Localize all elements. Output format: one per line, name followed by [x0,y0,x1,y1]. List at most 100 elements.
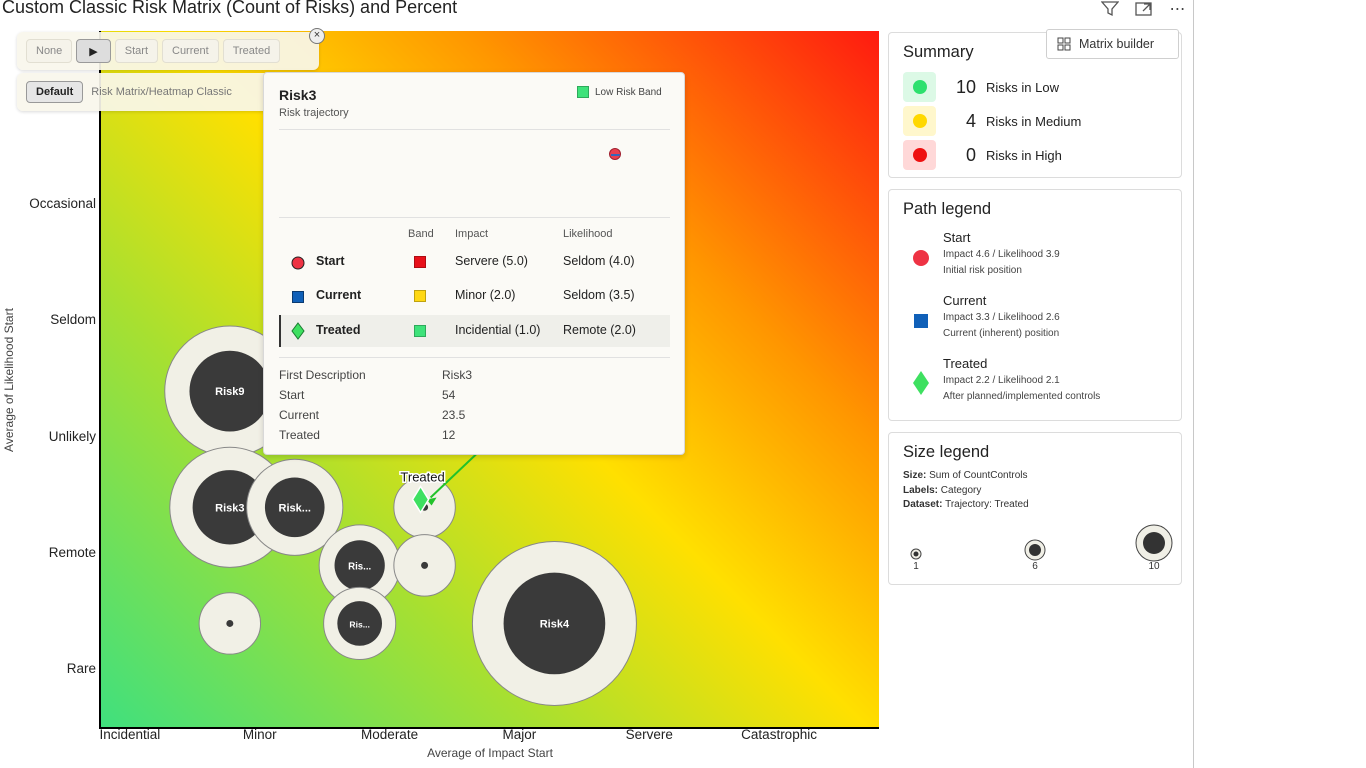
band-legend-label: Low Risk Band [595,86,662,98]
size-bubble-medium [1024,539,1046,561]
legend-name: Current [943,293,987,308]
dataset-key: Dataset: [903,499,943,510]
detail-value: 54 [442,388,456,402]
row-name: Treated [316,323,361,337]
row-name: Current [316,288,362,302]
legend-detail: Impact 3.3 / Likelihood 2.6 [943,312,1060,323]
more-options-icon[interactable]: ⋯ [1168,0,1188,18]
divider [279,217,670,218]
row-impact: Incidential (1.0) [455,323,541,337]
default-button[interactable]: Default [26,81,84,103]
summary-title: Summary [903,43,974,61]
legend-name: Start [943,230,971,245]
square-icon [292,291,304,306]
summary-label: Risks in Low [986,79,1059,95]
detail-value: 23.5 [442,408,466,422]
path-legend-title: Path legend [903,200,992,218]
low-risk-icon [903,72,936,102]
preset-path-label[interactable]: Risk Matrix/Heatmap Classic [91,86,232,98]
row-likelihood: Remote (2.0) [563,323,636,337]
path-legend-panel: Path legend Start Impact 4.6 / Likelihoo… [888,189,1182,421]
tooltip-row-treated[interactable]: Treated Incidential (1.0) Remote (2.0) [279,315,670,347]
band-swatch [414,325,426,340]
header-impact: Impact [455,228,489,240]
preset-toolbar: Default Risk Matrix/Heatmap Classic [17,73,279,111]
dataset-value: Trajectory: Treated [945,499,1029,510]
visual-border [1193,0,1194,768]
summary-row-low: 10 Risks in Low [903,72,1059,102]
mini-trajectory-icon [609,148,621,160]
summary-count: 0 [965,144,976,165]
path-legend-start: Start Impact 4.6 / Likelihood 3.9 Initia… [903,230,1173,290]
dataset-line: Dataset: Trajectory: Treated [903,499,1029,510]
size-line: Size: Sum of CountControls [903,470,1028,481]
y-tick-label: Unlikely [48,428,96,444]
medium-risk-icon [903,106,936,136]
x-axis-title: Average of Impact Start [427,746,553,760]
y-tick-label: Occasional [29,196,96,212]
size-value: Sum of CountControls [929,470,1028,481]
summary-row-medium: 4 Risks in Medium [903,106,1081,136]
current-button[interactable]: Current [162,39,219,63]
detail-value: 12 [442,428,456,442]
visual-header-icons: ⋯ [1100,0,1188,18]
diamond-icon [911,370,931,401]
y-axis-line [99,31,101,728]
focus-mode-icon[interactable] [1134,0,1154,18]
matrix-builder-button[interactable]: Matrix builder [1046,29,1179,59]
header-band: Band [408,228,434,240]
detail-label: First Description [279,368,366,382]
summary-label: Risks in Medium [986,113,1082,129]
band-swatch [414,256,426,271]
circle-icon [291,256,305,273]
detail-label: Start [279,388,305,402]
size-legend-panel: Size legend Size: Sum of CountControls L… [888,432,1182,585]
y-tick-label: Remote [48,544,96,560]
legend-name: Treated [943,356,988,371]
summary-count: 4 [965,110,976,131]
legend-description: After planned/implemented controls [943,391,1101,402]
treated-button[interactable]: Treated [222,39,281,63]
square-icon [911,313,931,338]
path-legend-treated: Treated Impact 2.2 / Likelihood 2.1 Afte… [903,356,1173,416]
row-name: Start [316,254,345,268]
size-key: Size: [903,470,927,481]
x-tick-label: Incidential [99,727,161,742]
labels-value: Category [940,485,982,496]
legend-description: Current (inherent) position [943,328,1060,339]
high-risk-icon [903,140,936,170]
legend-description: Initial risk position [943,265,1022,276]
x-tick-label: Servere [625,727,673,742]
x-tick-label: Moderate [361,727,419,742]
detail-label: Treated [279,428,320,442]
circle-icon [911,250,931,275]
risk-tooltip: Risk3 Risk trajectory Low Risk Band Band… [263,72,685,455]
row-likelihood: Seldom (3.5) [563,288,635,302]
tooltip-row-start[interactable]: Start Servere (5.0) Seldom (4.0) [279,246,670,278]
divider [279,357,670,358]
play-button[interactable]: ▶ [76,39,111,63]
band-legend: Low Risk Band [577,86,662,98]
close-icon[interactable]: × [309,28,325,44]
size-bubble-large [1135,524,1173,562]
row-likelihood: Seldom (4.0) [563,254,635,268]
x-tick-label: Minor [242,727,277,742]
chart-title: Custom Classic Risk Matrix (Count of Ris… [2,0,458,17]
y-axis-title: Average of Likelihood Start [2,308,16,452]
tooltip-subtitle: Risk trajectory [279,107,349,119]
start-button[interactable]: Start [114,39,158,63]
legend-detail: Impact 2.2 / Likelihood 2.1 [943,375,1060,386]
header-likelihood: Likelihood [563,228,613,240]
x-tick-label: Major [502,727,537,742]
size-label: 6 [1032,561,1038,572]
labels-key: Labels: [903,485,939,496]
detail-label: Current [279,408,320,422]
size-legend-title: Size legend [903,443,990,461]
trajectory-toolbar: None ▶ Start Current Treated [17,32,319,70]
divider [279,129,670,130]
tooltip-row-current[interactable]: Current Minor (2.0) Seldom (3.5) [279,280,670,312]
none-button[interactable]: None [26,39,73,63]
size-bubble-small [910,548,922,560]
tooltip-title: Risk3 [279,87,317,103]
filter-icon[interactable] [1100,0,1120,18]
